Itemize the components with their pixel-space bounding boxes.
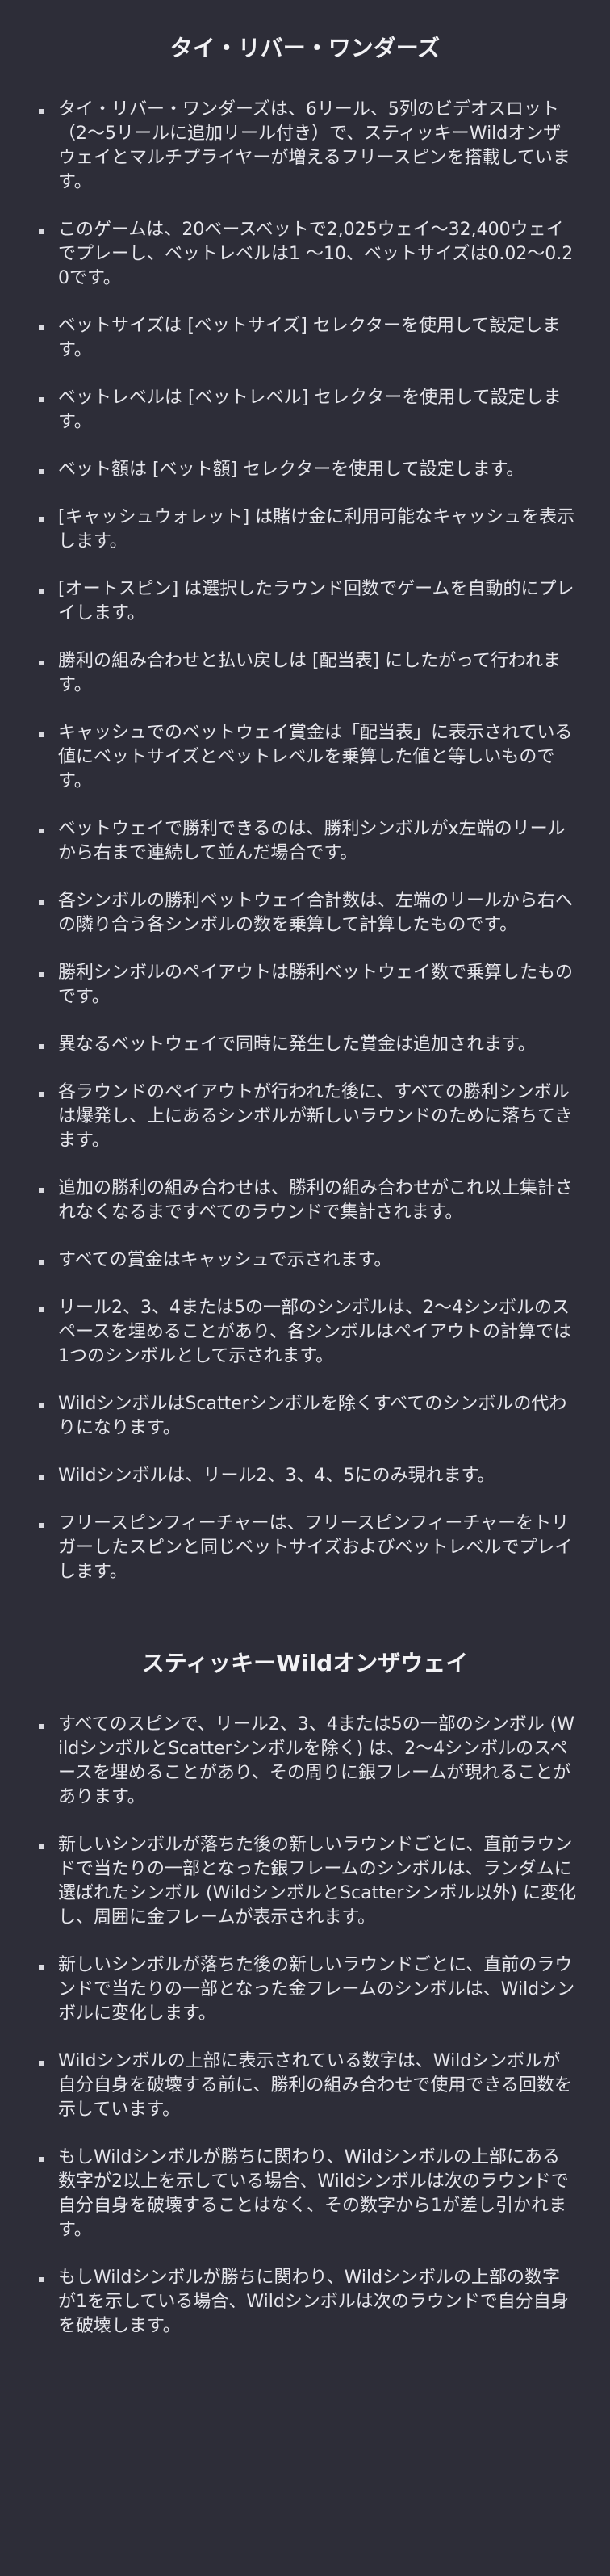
list-item: [オートスピン] は選択したラウンド回数でゲームを自動的にプレイします。 — [39, 577, 576, 626]
list-item: このゲームは、20ベースベットで2,025ウェイ～32,400ウェイでプレーし、… — [39, 218, 576, 291]
list-item: ベットレベルは [ベットレベル] セレクターを使用して設定します。 — [39, 386, 576, 434]
list-item: すべてのスピンで、リール2、3、4または5の一部のシンボル (Wildシンボルと… — [39, 1713, 576, 1810]
list-item: WildシンボルはScatterシンボルを除くすべてのシンボルの代わりになります… — [39, 1392, 576, 1441]
list-item: 各シンボルの勝利ベットウェイ合計数は、左端のリールから右への隣り合う各シンボルの… — [39, 889, 576, 938]
list-item: 追加の勝利の組み合わせは、勝利の組み合わせがこれ以上集計されなくなるまですべての… — [39, 1177, 576, 1225]
list-item: 勝利の組み合わせと払い戻しは [配当表] にしたがって行われます。 — [39, 649, 576, 698]
list-item: Wildシンボルの上部に表示されている数字は、Wildシンボルが自分自身を破壊す… — [39, 2049, 576, 2122]
list-item: 新しいシンボルが落ちた後の新しいラウンドごとに、直前のラウンドで当たりの一部とな… — [39, 1953, 576, 2026]
list-item: すべての賞金はキャッシュで示されます。 — [39, 1248, 576, 1273]
game-rules-list: タイ・リバー・ワンダーズは、6リール、5列のビデオスロット（2～5リールに追加リ… — [0, 98, 610, 1584]
list-item: もしWildシンボルが勝ちに関わり、Wildシンボルの上部の数字が1を示している… — [39, 2266, 576, 2339]
list-item: リール2、3、4または5の一部のシンボルは、2～4シンボルのスペースを埋めること… — [39, 1296, 576, 1369]
section-title-sticky-wild: スティッキーWildオンザウェイ — [141, 1650, 469, 1677]
rules-page: タイ・リバー・ワンダーズ タイ・リバー・ワンダーズは、6リール、5列のビデオスロ… — [0, 0, 610, 2576]
sticky-wild-rules-list: すべてのスピンで、リール2、3、4または5の一部のシンボル (Wildシンボルと… — [0, 1713, 610, 2339]
list-item: もしWildシンボルが勝ちに関わり、Wildシンボルの上部にある数字が2以上を示… — [39, 2146, 576, 2242]
section-title-game-rules: タイ・リバー・ワンダーズ — [169, 35, 441, 61]
list-item: 勝利シンボルのペイアウトは勝利ベットウェイ数で乗算したものです。 — [39, 961, 576, 1009]
list-item: 各ラウンドのペイアウトが行われた後に、すべての勝利シンボルは爆発し、上にあるシン… — [39, 1080, 576, 1153]
list-item: キャッシュでのベットウェイ賞金は「配当表」に表示されている値にベットサイズとベッ… — [39, 721, 576, 794]
list-item: ベット額は [ベット額] セレクターを使用して設定します。 — [39, 458, 576, 482]
list-item: 異なるベットウェイで同時に発生した賞金は追加されます。 — [39, 1033, 576, 1057]
list-item: [キャッシュウォレット] は賭け金に利用可能なキャッシュを表示します。 — [39, 506, 576, 554]
list-item: フリースピンフィーチャーは、フリースピンフィーチャーをトリガーしたスピンと同じベ… — [39, 1512, 576, 1584]
list-item: 新しいシンボルが落ちた後の新しいラウンドごとに、直前ラウンドで当たりの一部となっ… — [39, 1833, 576, 1930]
list-item: ベットサイズは [ベットサイズ] セレクターを使用して設定します。 — [39, 314, 576, 363]
list-item: ベットウェイで勝利できるのは、勝利シンボルがx左端のリールから右まで連続して並ん… — [39, 817, 576, 866]
list-item: タイ・リバー・ワンダーズは、6リール、5列のビデオスロット（2～5リールに追加リ… — [39, 98, 576, 195]
list-item: Wildシンボルは、リール2、3、4、5にのみ現れます。 — [39, 1464, 576, 1488]
